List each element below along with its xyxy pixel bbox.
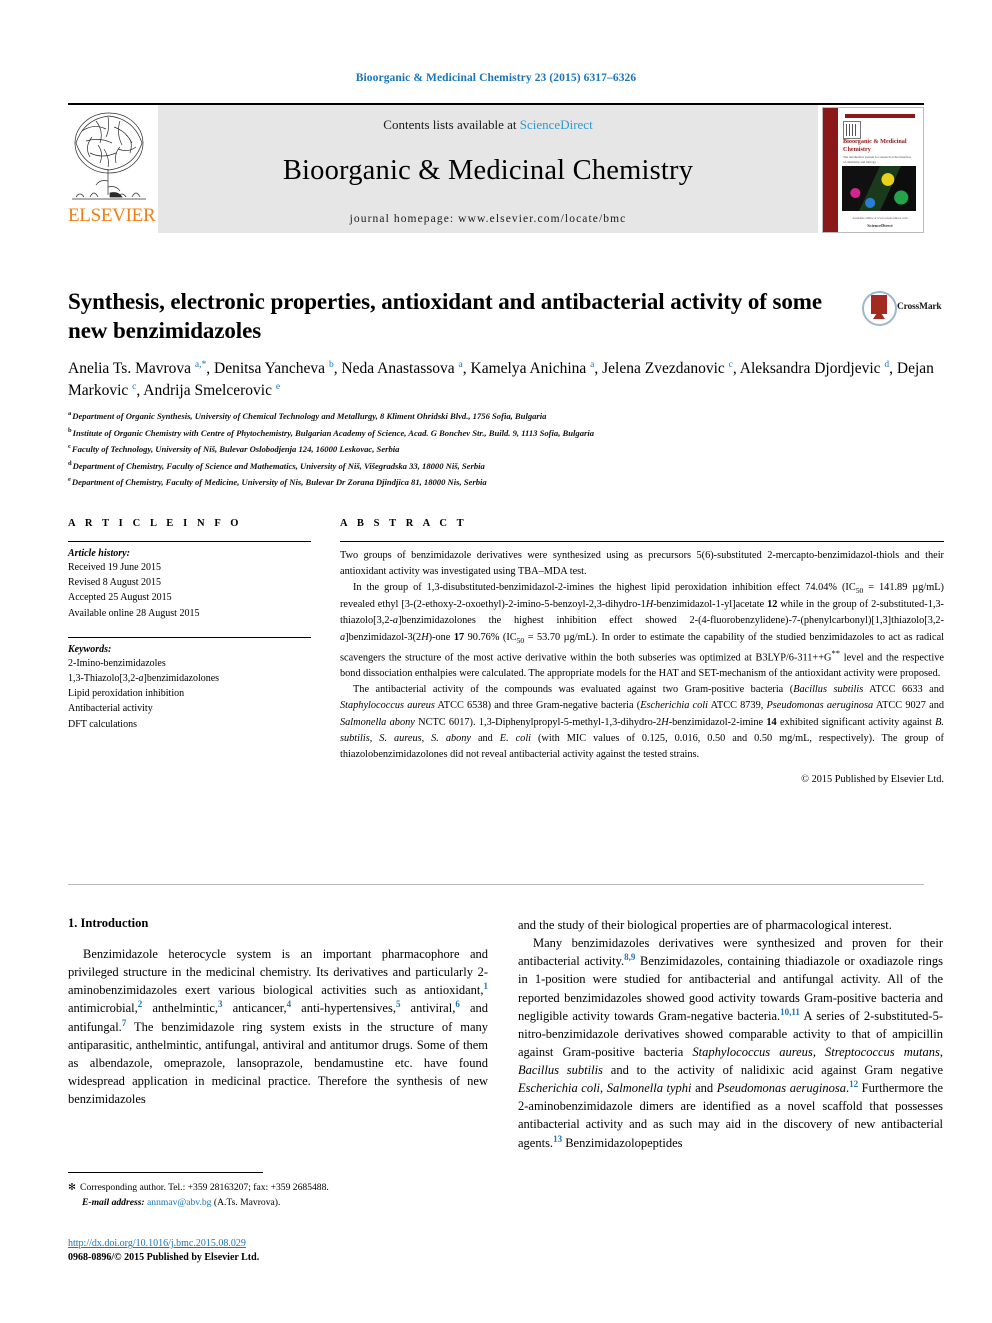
journal-title: Bioorganic & Medicinal Chemistry [282, 155, 694, 186]
email-note: E-mail address: annmav@abv.bg (A.Ts. Mav… [68, 1195, 498, 1210]
elsevier-logo: ELSEVIER [68, 105, 156, 235]
cover-footer-note: Available online at www.sciencedirect.co… [852, 216, 908, 220]
article-history-available: Available online 28 August 2015 [68, 607, 200, 619]
keywords-block: Keywords: 2-Imino-benzimidazoles 1,3-Thi… [68, 636, 311, 732]
introduction-text-right: and the study of their biological proper… [518, 916, 943, 1152]
abstract-copyright: © 2015 Published by Elsevier Ltd. [801, 774, 944, 786]
affiliation-e: eDepartment of Chemistry, Faculty of Med… [68, 474, 948, 491]
corresponding-author-text: Corresponding author. Tel.: +359 2816320… [80, 1182, 329, 1193]
crossmark-logo-icon [862, 291, 897, 326]
body-separator-rule [68, 884, 924, 885]
contents-list-line: Contents lists available at ScienceDirec… [158, 105, 818, 133]
corresponding-author-note: ✻ Corresponding author. Tel.: +359 281632… [68, 1180, 498, 1195]
journal-banner: Contents lists available at ScienceDirec… [158, 105, 818, 233]
paragraph: Many benzimidazoles derivatives were syn… [518, 936, 943, 1150]
article-info-panel: A R T I C L E I N F O Article history: R… [68, 518, 311, 732]
email-owner: (A.Ts. Mavrova). [213, 1197, 281, 1209]
body-column-left: 1. Introduction Benzimidazole heterocycl… [68, 916, 488, 1108]
elsevier-tree-icon [72, 112, 146, 200]
keyword-item: Antibacterial activity [68, 703, 153, 715]
running-head: Bioorganic & Medicinal Chemistry 23 (201… [355, 72, 637, 84]
abstract-paragraph: Two groups of benzimidazole derivatives … [340, 550, 944, 578]
affiliation-text: Department of Chemistry, Faculty of Scie… [72, 460, 485, 471]
affiliation-b: bInstitute of Organic Chemistry with Cen… [68, 425, 948, 442]
issn-copyright-line: 0968-0896/© 2015 Published by Elsevier L… [68, 1252, 260, 1264]
page-title: Synthesis, electronic properties, antiox… [68, 289, 822, 344]
affiliation-list: aDepartment of Organic Synthesis, Univer… [68, 408, 948, 491]
paragraph: Benzimidazole heterocycle system is an i… [68, 947, 488, 1106]
affiliation-text: Faculty of Technology, University of Niš… [71, 444, 400, 454]
keyword-item: 1,3-Thiazolo[3,2-a]benzimidazolones [68, 672, 220, 684]
cover-elsevier-mark-icon [843, 121, 861, 139]
doi-link[interactable]: http://dx.doi.org/10.1016/j.bmc.2015.08.… [68, 1237, 498, 1251]
article-history-received: Received 19 June 2015 [68, 562, 162, 573]
cover-footer-brand: ScienceDirect [867, 223, 893, 228]
journal-article-page: Bioorganic & Medicinal Chemistry 23 (201… [0, 0, 992, 1323]
crossmark-label: CrossMark [897, 302, 942, 312]
footnote-rule [68, 1172, 263, 1173]
imprint-block: http://dx.doi.org/10.1016/j.bmc.2015.08.… [68, 1237, 498, 1265]
journal-masthead: ELSEVIER Contents lists available at Sci… [68, 105, 924, 235]
introduction-text-left: Benzimidazole heterocycle system is an i… [68, 945, 488, 1108]
journal-homepage-url[interactable]: journal homepage: www.elsevier.com/locat… [158, 187, 818, 225]
journal-cover-thumbnail[interactable]: Bioorganic & Medicinal Chemistry The tet… [822, 107, 924, 233]
affiliation-a: aDepartment of Organic Synthesis, Univer… [68, 408, 948, 425]
abstract-body: Two groups of benzimidazole derivatives … [340, 548, 944, 763]
affiliation-d: dDepartment of Chemistry, Faculty of Sci… [68, 458, 948, 475]
article-history-revised: Revised 8 August 2015 [68, 577, 162, 589]
contents-prefix: Contents lists available at [383, 117, 520, 132]
keyword-item: DFT calculations [68, 718, 137, 730]
email-link[interactable]: annmav@abv.bg [147, 1197, 211, 1208]
keyword-item: 2-Imino-benzimidazoles [68, 657, 166, 669]
cover-subtitle: The tetrahedron journal for research at … [843, 155, 912, 164]
email-label: E-mail address: [82, 1197, 145, 1209]
author-list: Anelia Ts. Mavrova a,*, Denitsa Yancheva… [68, 359, 934, 400]
abstract-panel: A B S T R A C T Two groups of benzimidaz… [340, 518, 944, 785]
title-block: Synthesis, electronic properties, antiox… [68, 287, 858, 345]
body-column-right: and the study of their biological proper… [518, 916, 943, 1152]
keywords-label: Keywords: [68, 643, 112, 655]
cover-top-bar [845, 114, 915, 118]
keyword-item: Lipid peroxidation inhibition [68, 688, 185, 700]
elsevier-wordmark: ELSEVIER [68, 205, 156, 226]
abstract-divider [340, 541, 944, 542]
article-history-accepted: Accepted 25 August 2015 [68, 592, 172, 604]
cover-artwork [842, 166, 916, 211]
asterisk-icon: ✻ [68, 1182, 77, 1193]
abstract-heading: A B S T R A C T [340, 518, 468, 529]
article-info-divider [68, 541, 311, 542]
crossmark-badge[interactable]: CrossMark [862, 288, 942, 328]
affiliation-text: Department of Chemistry, Faculty of Medi… [71, 477, 487, 487]
affiliation-text: Institute of Organic Chemistry with Cent… [72, 427, 595, 438]
article-history-label: Article history: [68, 548, 130, 559]
section-heading-introduction: 1. Introduction [68, 916, 149, 930]
abstract-paragraph: In the group of 1,3-disubstituted-benzim… [340, 582, 945, 680]
keywords-divider [68, 636, 311, 638]
cover-spine [823, 108, 838, 232]
affiliation-c: cFaculty of Technology, University of Ni… [68, 441, 948, 458]
abstract-paragraph: The antibacterial activity of the compou… [340, 684, 945, 760]
footnote-block: ✻ Corresponding author. Tel.: +359 281632… [68, 1180, 498, 1211]
paragraph: and the study of their biological proper… [518, 918, 892, 932]
sciencedirect-link[interactable]: ScienceDirect [520, 117, 593, 132]
affiliation-text: Department of Organic Synthesis, Univers… [72, 411, 547, 421]
cover-journal-title: Bioorganic & Medicinal Chemistry [843, 138, 907, 153]
article-info-heading: A R T I C L E I N F O [68, 518, 243, 529]
